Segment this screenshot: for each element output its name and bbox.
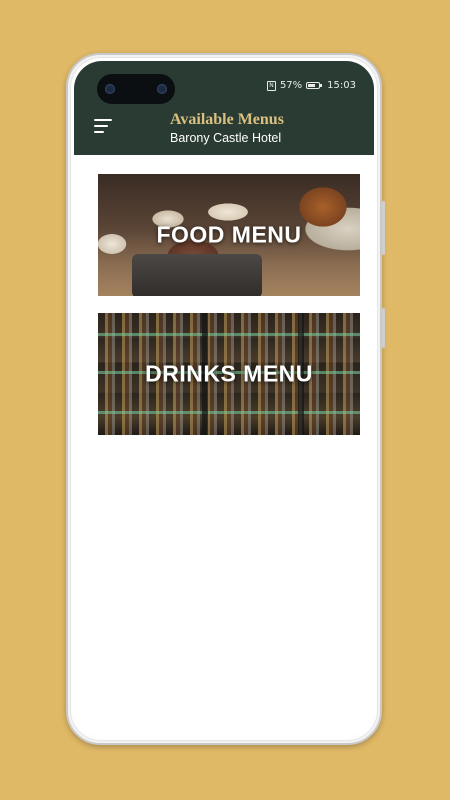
bar-shelf bbox=[98, 411, 360, 414]
food-menu-card[interactable]: FOOD MENU bbox=[98, 174, 360, 296]
front-camera bbox=[97, 74, 175, 104]
app-bar: N 57% 15:03 Available Menus Barony Castl… bbox=[74, 61, 374, 155]
app-bar-titles: Available Menus Barony Castle Hotel bbox=[170, 110, 284, 146]
volume-button bbox=[382, 308, 385, 348]
nfc-icon: N bbox=[266, 80, 276, 91]
screen: N 57% 15:03 Available Menus Barony Castl… bbox=[74, 61, 374, 735]
hotel-name: Barony Castle Hotel bbox=[170, 131, 282, 145]
battery-percentage: 57% bbox=[279, 80, 303, 91]
camera-lens-icon bbox=[105, 84, 115, 94]
power-button bbox=[382, 201, 385, 255]
page-title: Available Menus bbox=[170, 111, 284, 128]
battery-icon bbox=[306, 82, 323, 89]
bar-shelf bbox=[98, 333, 360, 336]
steak-on-stone-image bbox=[132, 254, 262, 296]
clock: 15:03 bbox=[327, 80, 356, 91]
status-bar: N 57% 15:03 bbox=[266, 80, 356, 91]
food-menu-label: FOOD MENU bbox=[156, 221, 302, 248]
phone-frame: N 57% 15:03 Available Menus Barony Castl… bbox=[66, 53, 385, 745]
phone-bezel: N 57% 15:03 Available Menus Barony Castl… bbox=[70, 57, 378, 741]
camera-lens-icon bbox=[157, 84, 167, 94]
hamburger-menu-icon[interactable] bbox=[94, 118, 114, 134]
drinks-menu-card[interactable]: DRINKS MENU bbox=[98, 313, 360, 435]
drinks-menu-label: DRINKS MENU bbox=[145, 360, 313, 387]
